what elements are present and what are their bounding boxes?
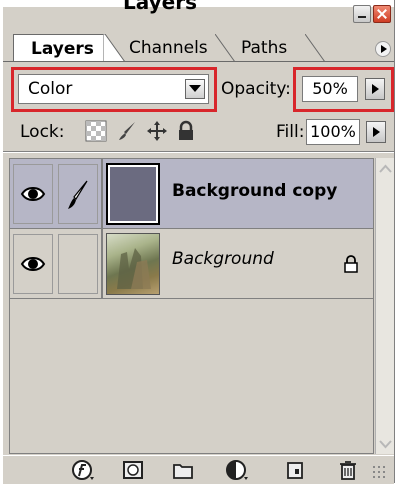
title-bar-strip [3,0,394,7]
title-bar: Layers [3,0,394,30]
link-cell[interactable] [58,234,98,294]
panel-menu-icon[interactable] [375,41,391,57]
fill-label: Fill: [276,122,305,142]
fill-input[interactable]: 100% [306,119,360,145]
column-divider [101,159,103,229]
scroll-up-icon[interactable] [377,160,394,177]
layer-name[interactable]: Background copy [172,181,337,201]
layer-thumbnail [106,163,160,225]
title-heading: Layers [123,0,197,14]
blend-mode-value: Color [28,79,73,99]
tab-layers-label: Layers [31,39,94,59]
lock-all-icon[interactable] [175,120,197,142]
fill-slider-arrow-icon[interactable] [366,121,386,143]
vertical-scrollbar[interactable] [375,158,394,454]
minimize-button[interactable] [353,5,371,23]
scroll-down-icon[interactable] [377,435,394,452]
lock-label: Lock: [20,122,65,142]
new-group-folder-icon[interactable] [171,459,195,481]
layer-style-fx-icon[interactable] [71,459,95,481]
bottom-toolbar [3,455,394,484]
opacity-input[interactable]: 50% [302,76,358,102]
blend-mode-select[interactable]: Color [18,74,209,104]
chevron-down-icon[interactable] [185,79,205,99]
layer-row-background[interactable]: Background [10,229,373,299]
lock-position-move-icon[interactable] [146,120,168,142]
lock-icon [344,255,358,273]
trash-icon[interactable] [336,459,360,481]
divider [3,152,394,153]
layers-list: Background copy Background [9,158,374,454]
visibility-toggle[interactable] [13,234,53,294]
layer-mask-icon[interactable] [121,459,145,481]
tab-channels-label: Channels [129,38,208,58]
visibility-toggle[interactable] [13,164,53,224]
layer-row-background-copy[interactable]: Background copy [10,159,373,229]
eye-icon [20,257,46,271]
opacity-label: Opacity: [221,79,291,99]
paintbrush-icon [68,180,88,209]
photo-thumbnail-icon [117,248,151,289]
tab-channels[interactable]: Channels [105,34,215,62]
opacity-slider-arrow-icon[interactable] [365,78,385,100]
layers-panel: Layers Layers Channels Paths Color Opaci… [2,0,395,484]
eye-icon [20,187,46,201]
adjustment-layer-icon[interactable] [225,459,249,481]
column-divider [101,229,103,299]
lock-pixels-brush-icon[interactable] [117,120,139,142]
tab-paths[interactable]: Paths [217,34,317,62]
tab-underline [3,61,394,62]
tab-edge-icon [305,34,326,62]
layer-name[interactable]: Background [172,249,274,269]
layer-thumbnail [106,233,160,295]
new-layer-icon[interactable] [283,459,307,481]
tab-paths-label: Paths [241,38,288,58]
lock-transparency-icon[interactable] [85,120,107,142]
brush-link-cell[interactable] [58,164,98,224]
close-button[interactable] [373,5,391,23]
resize-grip-icon[interactable] [371,464,389,478]
panel-tabs: Layers Channels Paths [7,34,394,62]
tab-layers[interactable]: Layers [13,34,105,62]
